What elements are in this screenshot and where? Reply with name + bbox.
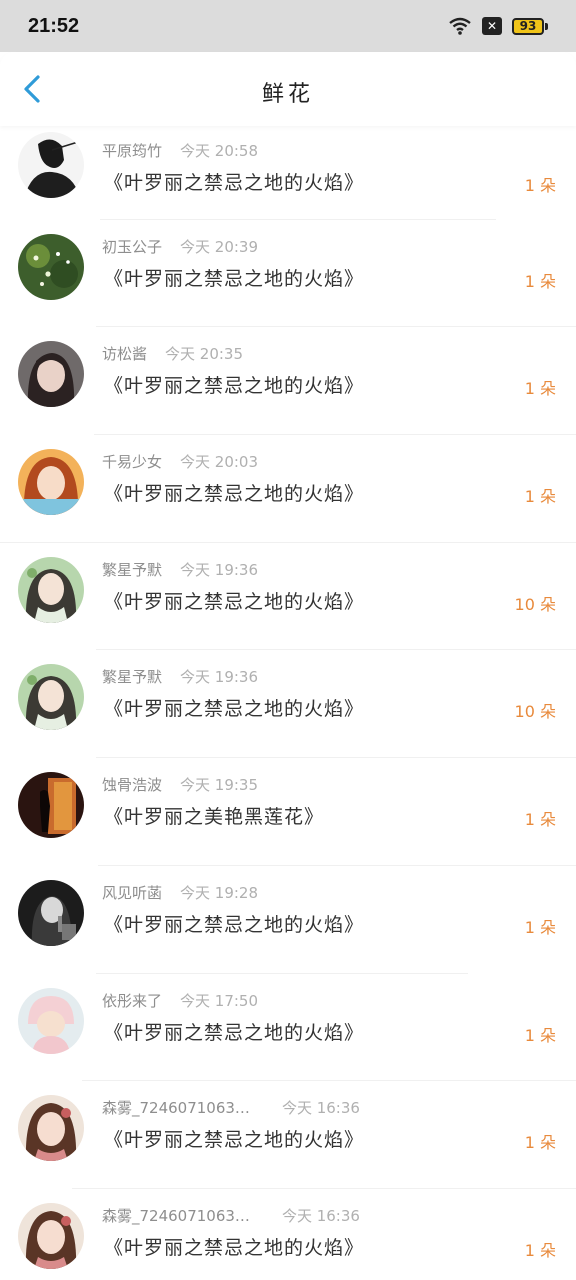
record-row[interactable]: 森雾_7246071063… 今天 16:36 《叶罗丽之禁忌之地的火焰》 1 朵 — [0, 1081, 576, 1189]
book-title: 《叶罗丽之美艳黑莲花》 — [104, 806, 325, 829]
flower-count: 10 朵 — [514, 702, 556, 722]
page-title: 鲜花 — [261, 82, 314, 107]
flower-count: 1 朵 — [524, 176, 556, 195]
status-icons: ✕ 93 — [448, 16, 548, 36]
status-bar: 21:52 ✕ 93 — [0, 0, 576, 52]
timestamp: 今天 19:36 — [180, 668, 259, 687]
nav-bar: 鲜花 — [0, 52, 576, 126]
girl-portrait-avatar[interactable] — [18, 341, 84, 408]
anime-green-avatar[interactable] — [18, 664, 84, 731]
username[interactable]: 访松酱 — [102, 343, 147, 364]
book-title: 《叶罗丽之禁忌之地的火焰》 — [104, 375, 365, 398]
record-row[interactable]: 千易少女 今天 20:03 《叶罗丽之禁忌之地的火焰》 1 朵 — [0, 435, 576, 543]
user-line: 访松酱 今天 20:35 — [102, 343, 243, 364]
book-title: 《叶罗丽之禁忌之地的火焰》 — [104, 913, 365, 936]
record-row[interactable]: 平原筠竹 今天 20:58 《叶罗丽之禁忌之地的火焰》 1 朵 — [0, 126, 576, 220]
user-line: 初玉公子 今天 20:39 — [102, 236, 258, 257]
flower-count: 1 朵 — [524, 487, 556, 507]
book-title: 《叶罗丽之禁忌之地的火焰》 — [104, 483, 365, 506]
battery-icon: 93 — [512, 17, 548, 35]
anime-green-avatar[interactable] — [18, 556, 84, 623]
wifi-icon — [449, 17, 471, 35]
record-row[interactable]: 森雾_7246071063… 今天 16:36 《叶罗丽之禁忌之地的火焰》 1 朵 — [0, 1189, 576, 1280]
flower-record-list: 平原筠竹 今天 20:58 《叶罗丽之禁忌之地的火焰》 1 朵初玉公子 今天 20:39… — [0, 126, 576, 1280]
timestamp: 今天 16:36 — [281, 1206, 360, 1225]
record-row[interactable]: 初玉公子 今天 20:39 《叶罗丽之禁忌之地的火焰》 1 朵 — [0, 220, 576, 328]
username[interactable]: 森雾_7246071063… — [102, 1205, 250, 1226]
timestamp: 今天 19:28 — [180, 883, 259, 902]
book-title: 《叶罗丽之禁忌之地的火焰》 — [104, 1236, 365, 1259]
user-line: 平原筠竹 今天 20:58 — [102, 140, 258, 161]
username[interactable]: 依彤来了 — [102, 990, 162, 1011]
status-time: 21:52 — [28, 14, 80, 37]
flower-count: 1 朵 — [524, 379, 556, 399]
painted-lady-avatar[interactable] — [18, 1202, 84, 1269]
battery-tip — [545, 22, 548, 30]
timestamp: 今天 19:35 — [180, 776, 259, 795]
book-title: 《叶罗丽之禁忌之地的火焰》 — [104, 698, 365, 721]
timestamp: 今天 20:35 — [165, 345, 244, 364]
user-line: 繁星予默 今天 19:36 — [102, 666, 258, 687]
user-line: 蚀骨浩波 今天 19:35 — [102, 774, 258, 795]
timestamp: 今天 19:36 — [180, 560, 259, 579]
timestamp: 今天 20:39 — [180, 237, 259, 256]
record-row[interactable]: 蚀骨浩波 今天 19:35 《叶罗丽之美艳黑莲花》 1 朵 — [0, 758, 576, 866]
username[interactable]: 繁星予默 — [102, 666, 162, 687]
book-title: 《叶罗丽之禁忌之地的火焰》 — [104, 1021, 365, 1044]
username[interactable]: 初玉公子 — [102, 236, 162, 257]
painted-lady-avatar[interactable] — [18, 1095, 84, 1162]
flower-count: 1 朵 — [524, 1133, 556, 1153]
user-line: 森雾_7246071063… 今天 16:36 — [102, 1205, 360, 1226]
flower-count: 1 朵 — [524, 810, 556, 830]
flower-count: 1 朵 — [524, 271, 556, 291]
flower-count: 10 朵 — [514, 594, 556, 614]
silhouette-door-avatar[interactable] — [18, 772, 84, 839]
username[interactable]: 千易少女 — [102, 451, 162, 472]
redhair-girl-avatar[interactable] — [18, 449, 84, 516]
timestamp: 今天 20:58 — [180, 142, 259, 160]
user-line: 森雾_7246071063… 今天 16:36 — [102, 1097, 360, 1118]
user-line: 千易少女 今天 20:03 — [102, 451, 258, 472]
flower-count: 1 朵 — [524, 1240, 556, 1260]
book-title: 《叶罗丽之禁忌之地的火焰》 — [104, 267, 365, 290]
network-off-icon: ✕ — [482, 17, 502, 35]
username[interactable]: 风见听菡 — [102, 882, 162, 903]
baby-hat-avatar[interactable] — [18, 987, 84, 1054]
book-title: 《叶罗丽之禁忌之地的火焰》 — [104, 1129, 365, 1152]
flower-count: 1 朵 — [524, 1025, 556, 1045]
bw-singer-avatar[interactable] — [18, 879, 84, 946]
username[interactable]: 森雾_7246071063… — [102, 1097, 250, 1118]
ink-figure-avatar[interactable] — [18, 132, 84, 198]
book-title: 《叶罗丽之禁忌之地的火焰》 — [104, 590, 365, 613]
username[interactable]: 平原筠竹 — [102, 140, 162, 161]
username[interactable]: 繁星予默 — [102, 559, 162, 580]
timestamp: 今天 20:03 — [180, 453, 259, 472]
book-title: 《叶罗丽之禁忌之地的火焰》 — [104, 172, 365, 194]
timestamp: 今天 16:36 — [281, 1099, 360, 1118]
user-line: 依彤来了 今天 17:50 — [102, 990, 258, 1011]
user-line: 风见听菡 今天 19:28 — [102, 882, 258, 903]
green-sparkle-avatar[interactable] — [18, 233, 84, 300]
record-row[interactable]: 依彤来了 今天 17:50 《叶罗丽之禁忌之地的火焰》 1 朵 — [0, 974, 576, 1082]
record-row[interactable]: 繁星予默 今天 19:36 《叶罗丽之禁忌之地的火焰》 10 朵 — [0, 650, 576, 759]
battery-level: 93 — [512, 17, 544, 35]
record-row[interactable]: 风见听菡 今天 19:28 《叶罗丽之禁忌之地的火焰》 1 朵 — [0, 866, 576, 974]
record-row[interactable]: 繁星予默 今天 19:36 《叶罗丽之禁忌之地的火焰》 10 朵 — [0, 543, 576, 651]
record-row[interactable]: 访松酱 今天 20:35 《叶罗丽之禁忌之地的火焰》 1 朵 — [0, 327, 576, 436]
flower-count: 1 朵 — [524, 917, 556, 937]
user-line: 繁星予默 今天 19:36 — [102, 559, 258, 580]
timestamp: 今天 17:50 — [180, 991, 259, 1010]
username[interactable]: 蚀骨浩波 — [102, 774, 162, 795]
